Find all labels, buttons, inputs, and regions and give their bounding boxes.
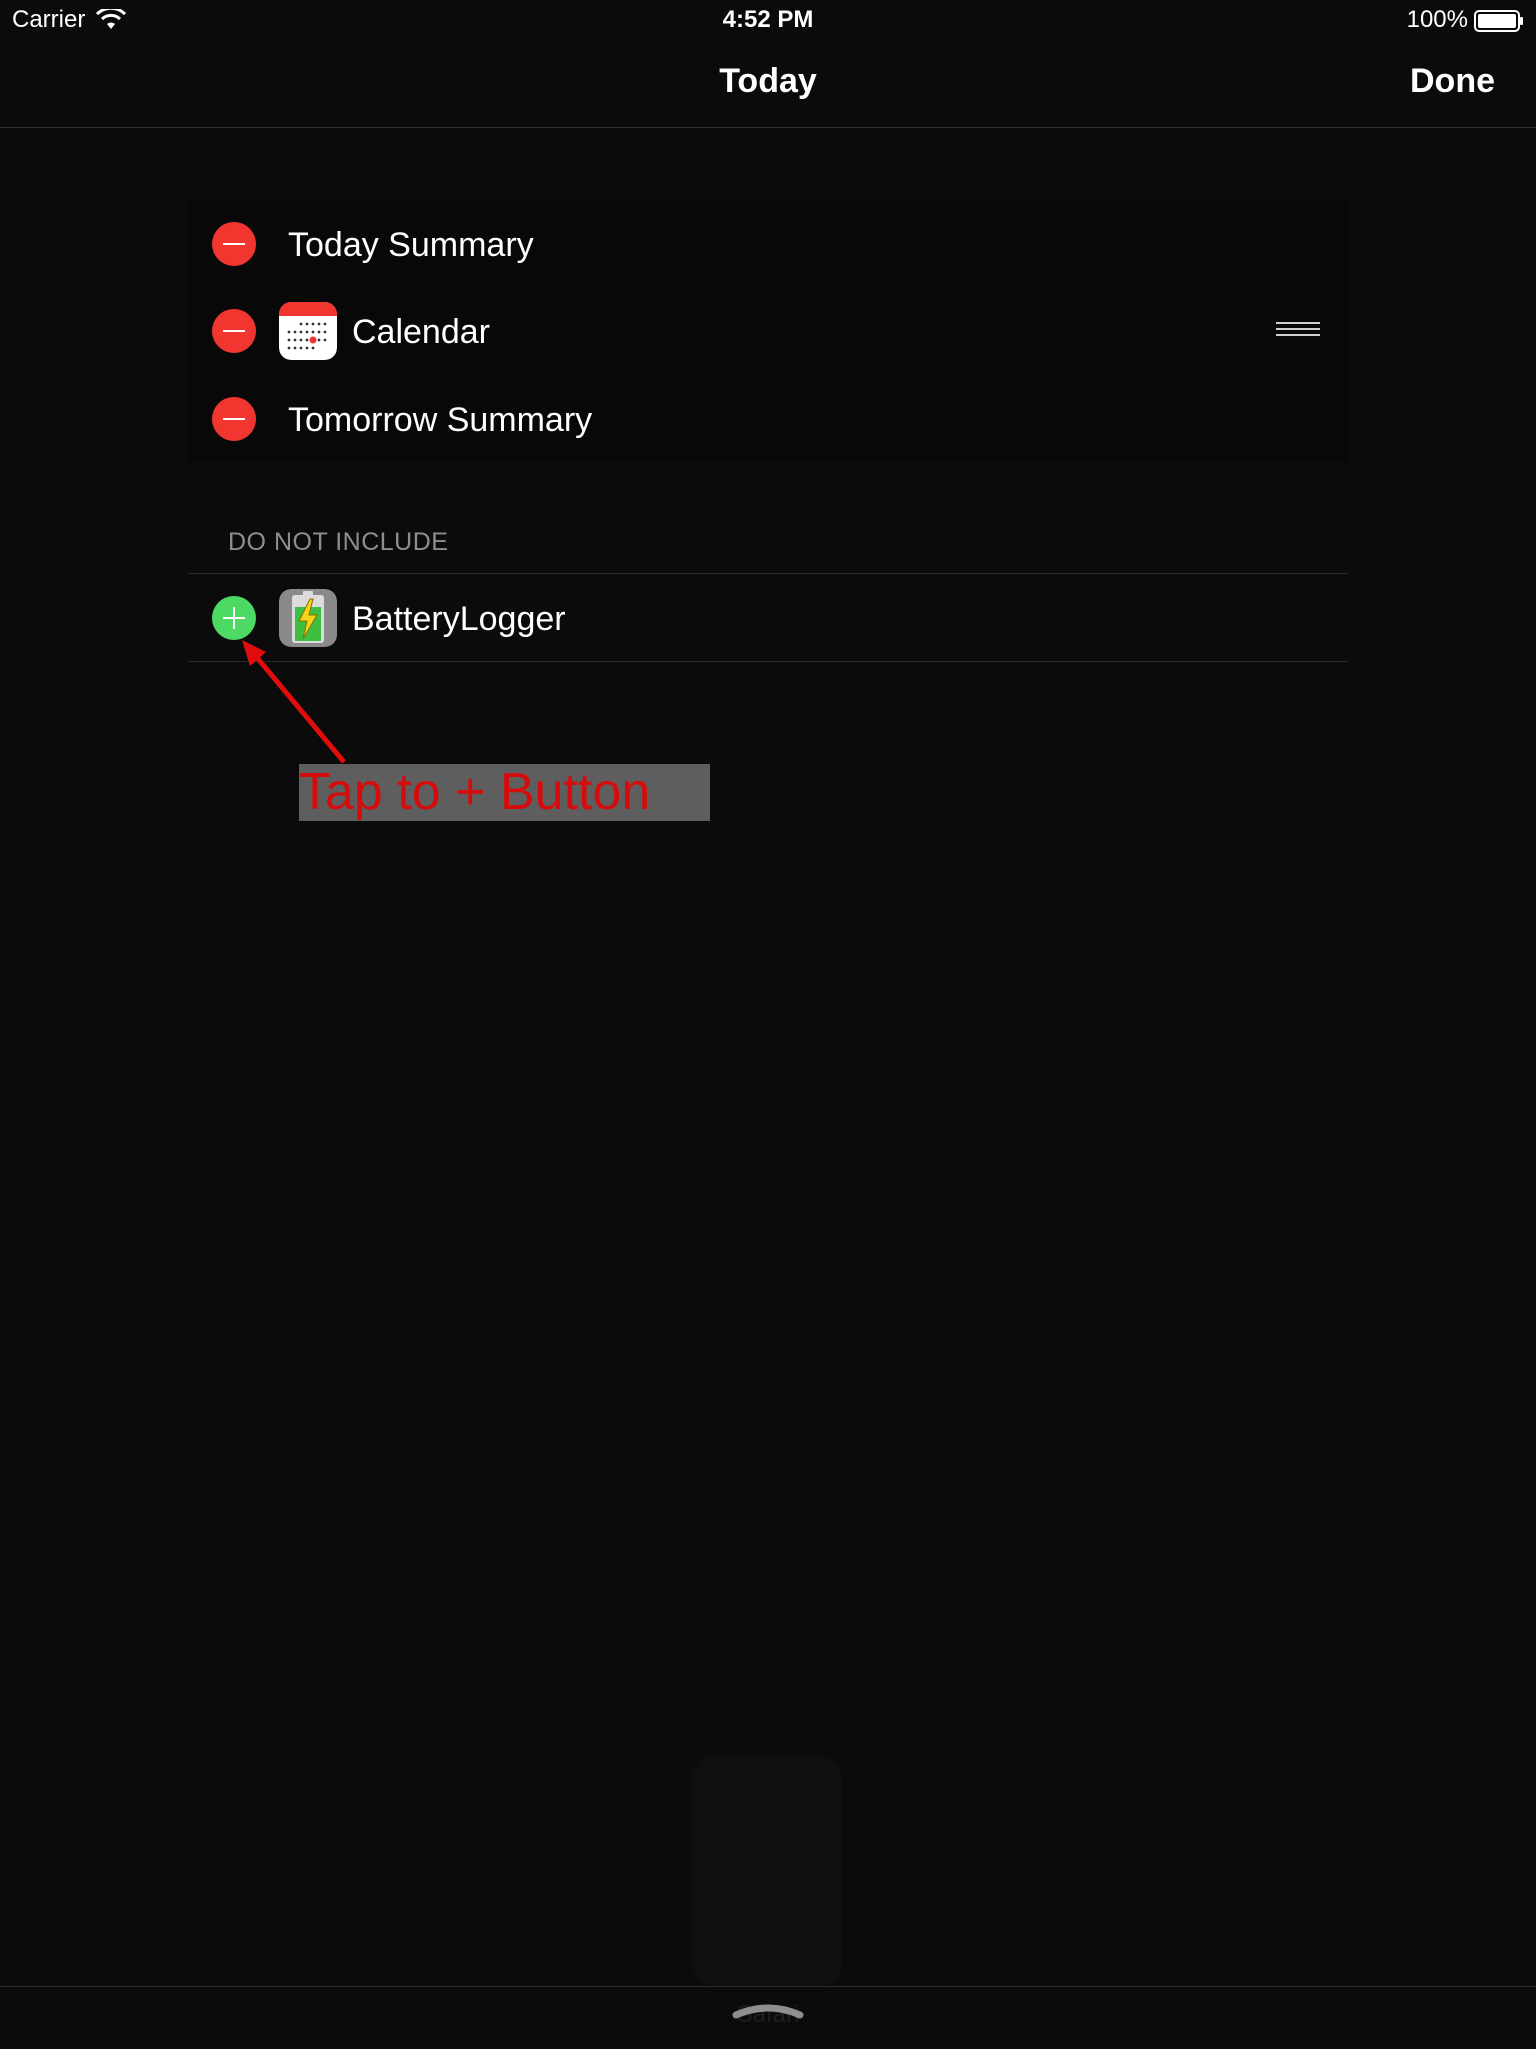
widget-row-calendar: Calendar [188,287,1348,375]
reorder-handle-icon[interactable] [1276,318,1320,344]
battery-icon [1474,10,1523,32]
background-app-preview [692,1756,842,1986]
nav-bar: Today Done [0,42,1536,128]
done-button[interactable]: Done [1410,62,1495,101]
do-not-include-header: DO NOT INCLUDE [228,528,449,556]
remove-button[interactable] [212,309,256,353]
calendar-icon [279,302,337,360]
widget-row-tomorrow-summary: Tomorrow Summary [188,375,1348,463]
widget-row-today-summary: Today Summary [188,200,1348,288]
widget-label: Calendar [352,313,490,351]
widget-label: BatteryLogger [352,600,566,638]
included-widgets-list: Today Summary Calendar Tomorrow Summary [188,200,1348,462]
annotation-label: Tap to + Button [299,764,710,821]
remove-button[interactable] [212,397,256,441]
remove-button[interactable] [212,222,256,266]
widget-label: Tomorrow Summary [288,401,593,439]
annotation-arrow-icon [242,640,346,764]
bottom-bar: Safari [0,1986,1536,2049]
grabber-handle-icon[interactable] [732,1999,804,2021]
battery-percent: 100% [1406,6,1468,33]
page-title: Today [719,62,817,100]
widget-label: Today Summary [288,226,534,264]
status-time: 4:52 PM [722,6,814,33]
status-bar: Carrier 4:52 PM 100% [0,0,1536,42]
